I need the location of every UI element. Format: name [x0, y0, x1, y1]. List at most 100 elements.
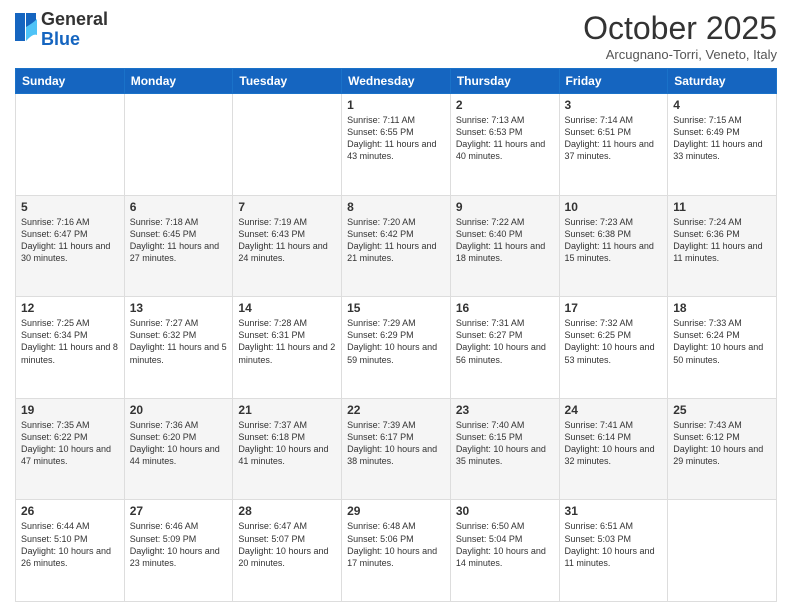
logo-blue-text: Blue	[41, 29, 80, 49]
day-number: 28	[238, 504, 336, 518]
day-info: Sunrise: 7:40 AM Sunset: 6:15 PM Dayligh…	[456, 419, 554, 468]
day-info: Sunrise: 7:13 AM Sunset: 6:53 PM Dayligh…	[456, 114, 554, 163]
day-info: Sunrise: 6:47 AM Sunset: 5:07 PM Dayligh…	[238, 520, 336, 569]
day-number: 5	[21, 200, 119, 214]
calendar-cell: 21 Sunrise: 7:37 AM Sunset: 6:18 PM Dayli…	[233, 398, 342, 500]
day-info: Sunrise: 6:50 AM Sunset: 5:04 PM Dayligh…	[456, 520, 554, 569]
calendar-cell: 30 Sunrise: 6:50 AM Sunset: 5:04 PM Dayli…	[450, 500, 559, 602]
calendar-cell: 3 Sunrise: 7:14 AM Sunset: 6:51 PM Daylig…	[559, 94, 668, 196]
day-number: 19	[21, 403, 119, 417]
calendar-cell: 29Sunrise: 6:48 AM Sunset: 5:06 PM Dayli…	[342, 500, 451, 602]
calendar-cell: 25Sunrise: 7:43 AM Sunset: 6:12 PM Dayli…	[668, 398, 777, 500]
calendar-cell: 15Sunrise: 7:29 AM Sunset: 6:29 PM Dayli…	[342, 297, 451, 399]
title-block: October 2025 Arcugnano-Torri, Veneto, It…	[583, 10, 777, 62]
col-tuesday: Tuesday	[233, 69, 342, 94]
calendar-cell: 19 Sunrise: 7:35 AM Sunset: 6:22 PM Dayli…	[16, 398, 125, 500]
logo: General Blue	[15, 10, 108, 50]
day-info: Sunrise: 7:18 AM Sunset: 6:45 PM Dayligh…	[130, 216, 228, 265]
day-info: Sunrise: 7:29 AM Sunset: 6:29 PM Dayligh…	[347, 317, 445, 366]
day-info: Sunrise: 7:37 AM Sunset: 6:18 PM Dayligh…	[238, 419, 336, 468]
col-saturday: Saturday	[668, 69, 777, 94]
calendar-cell: 10Sunrise: 7:23 AM Sunset: 6:38 PM Dayli…	[559, 195, 668, 297]
calendar-cell	[233, 94, 342, 196]
calendar-cell: 9 Sunrise: 7:22 AM Sunset: 6:40 PM Daylig…	[450, 195, 559, 297]
logo-general-text: General	[41, 9, 108, 29]
calendar-cell: 17 Sunrise: 7:32 AM Sunset: 6:25 PM Dayli…	[559, 297, 668, 399]
col-monday: Monday	[124, 69, 233, 94]
day-info: Sunrise: 7:24 AM Sunset: 6:36 PM Dayligh…	[673, 216, 771, 265]
header-row: Sunday Monday Tuesday Wednesday Thursday…	[16, 69, 777, 94]
calendar-cell: 6 Sunrise: 7:18 AM Sunset: 6:45 PM Daylig…	[124, 195, 233, 297]
day-info: Sunrise: 7:33 AM Sunset: 6:24 PM Dayligh…	[673, 317, 771, 366]
day-number: 24	[565, 403, 663, 417]
calendar-cell: 31 Sunrise: 6:51 AM Sunset: 5:03 PM Dayli…	[559, 500, 668, 602]
day-number: 9	[456, 200, 554, 214]
col-wednesday: Wednesday	[342, 69, 451, 94]
day-info: Sunrise: 7:28 AM Sunset: 6:31 PM Dayligh…	[238, 317, 336, 366]
day-info: Sunrise: 7:23 AM Sunset: 6:38 PM Dayligh…	[565, 216, 663, 265]
day-info: Sunrise: 7:35 AM Sunset: 6:22 PM Dayligh…	[21, 419, 119, 468]
day-number: 23	[456, 403, 554, 417]
day-number: 30	[456, 504, 554, 518]
day-info: Sunrise: 7:19 AM Sunset: 6:43 PM Dayligh…	[238, 216, 336, 265]
day-number: 17	[565, 301, 663, 315]
month-title: October 2025	[583, 10, 777, 47]
day-info: Sunrise: 6:51 AM Sunset: 5:03 PM Dayligh…	[565, 520, 663, 569]
day-number: 26	[21, 504, 119, 518]
calendar-cell: 24 Sunrise: 7:41 AM Sunset: 6:14 PM Dayli…	[559, 398, 668, 500]
col-sunday: Sunday	[16, 69, 125, 94]
calendar-week-2: 5 Sunrise: 7:16 AM Sunset: 6:47 PM Daylig…	[16, 195, 777, 297]
calendar-header: Sunday Monday Tuesday Wednesday Thursday…	[16, 69, 777, 94]
calendar-cell	[124, 94, 233, 196]
calendar-cell: 27 Sunrise: 6:46 AM Sunset: 5:09 PM Dayli…	[124, 500, 233, 602]
day-number: 20	[130, 403, 228, 417]
calendar-cell: 26Sunrise: 6:44 AM Sunset: 5:10 PM Dayli…	[16, 500, 125, 602]
calendar-cell: 12Sunrise: 7:25 AM Sunset: 6:34 PM Dayli…	[16, 297, 125, 399]
calendar-cell: 18 Sunrise: 7:33 AM Sunset: 6:24 PM Dayli…	[668, 297, 777, 399]
day-info: Sunrise: 7:16 AM Sunset: 6:47 PM Dayligh…	[21, 216, 119, 265]
day-info: Sunrise: 7:22 AM Sunset: 6:40 PM Dayligh…	[456, 216, 554, 265]
day-info: Sunrise: 6:46 AM Sunset: 5:09 PM Dayligh…	[130, 520, 228, 569]
calendar-cell: 7 Sunrise: 7:19 AM Sunset: 6:43 PM Daylig…	[233, 195, 342, 297]
page: General Blue October 2025 Arcugnano-Torr…	[0, 0, 792, 612]
day-info: Sunrise: 7:39 AM Sunset: 6:17 PM Dayligh…	[347, 419, 445, 468]
day-number: 27	[130, 504, 228, 518]
calendar-cell: 22 Sunrise: 7:39 AM Sunset: 6:17 PM Dayli…	[342, 398, 451, 500]
calendar-cell: 28 Sunrise: 6:47 AM Sunset: 5:07 PM Dayli…	[233, 500, 342, 602]
calendar-cell: 2Sunrise: 7:13 AM Sunset: 6:53 PM Daylig…	[450, 94, 559, 196]
calendar-week-4: 19 Sunrise: 7:35 AM Sunset: 6:22 PM Dayli…	[16, 398, 777, 500]
day-number: 31	[565, 504, 663, 518]
day-info: Sunrise: 7:32 AM Sunset: 6:25 PM Dayligh…	[565, 317, 663, 366]
day-info: Sunrise: 7:43 AM Sunset: 6:12 PM Dayligh…	[673, 419, 771, 468]
calendar-cell	[16, 94, 125, 196]
col-friday: Friday	[559, 69, 668, 94]
day-number: 3	[565, 98, 663, 112]
day-number: 13	[130, 301, 228, 315]
calendar-week-1: 1Sunrise: 7:11 AM Sunset: 6:55 PM Daylig…	[16, 94, 777, 196]
subtitle: Arcugnano-Torri, Veneto, Italy	[583, 47, 777, 62]
day-info: Sunrise: 6:48 AM Sunset: 5:06 PM Dayligh…	[347, 520, 445, 569]
calendar-cell: 14 Sunrise: 7:28 AM Sunset: 6:31 PM Dayli…	[233, 297, 342, 399]
day-info: Sunrise: 7:31 AM Sunset: 6:27 PM Dayligh…	[456, 317, 554, 366]
day-info: Sunrise: 7:41 AM Sunset: 6:14 PM Dayligh…	[565, 419, 663, 468]
day-info: Sunrise: 7:25 AM Sunset: 6:34 PM Dayligh…	[21, 317, 119, 366]
day-number: 11	[673, 200, 771, 214]
calendar-body: 1Sunrise: 7:11 AM Sunset: 6:55 PM Daylig…	[16, 94, 777, 602]
day-number: 14	[238, 301, 336, 315]
day-number: 7	[238, 200, 336, 214]
col-thursday: Thursday	[450, 69, 559, 94]
calendar-cell: 8Sunrise: 7:20 AM Sunset: 6:42 PM Daylig…	[342, 195, 451, 297]
header: General Blue October 2025 Arcugnano-Torr…	[15, 10, 777, 62]
day-number: 18	[673, 301, 771, 315]
day-info: Sunrise: 7:20 AM Sunset: 6:42 PM Dayligh…	[347, 216, 445, 265]
day-number: 4	[673, 98, 771, 112]
calendar-cell: 16Sunrise: 7:31 AM Sunset: 6:27 PM Dayli…	[450, 297, 559, 399]
day-info: Sunrise: 7:36 AM Sunset: 6:20 PM Dayligh…	[130, 419, 228, 468]
calendar-cell: 11 Sunrise: 7:24 AM Sunset: 6:36 PM Dayli…	[668, 195, 777, 297]
day-info: Sunrise: 7:11 AM Sunset: 6:55 PM Dayligh…	[347, 114, 445, 163]
day-number: 21	[238, 403, 336, 417]
day-number: 6	[130, 200, 228, 214]
day-number: 22	[347, 403, 445, 417]
day-info: Sunrise: 7:14 AM Sunset: 6:51 PM Dayligh…	[565, 114, 663, 163]
calendar-cell: 1Sunrise: 7:11 AM Sunset: 6:55 PM Daylig…	[342, 94, 451, 196]
